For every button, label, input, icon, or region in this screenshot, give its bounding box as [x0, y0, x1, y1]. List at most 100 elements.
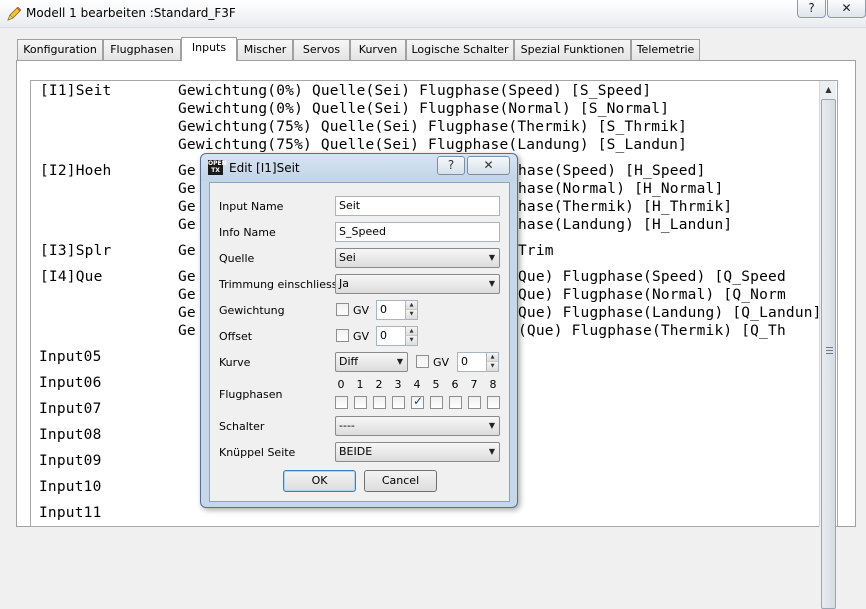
flugphase-8-checkbox[interactable]	[487, 396, 500, 409]
scrollbar-thumb[interactable]	[821, 99, 836, 609]
quelle-value: Sei	[339, 251, 356, 264]
flugphase-digit: 1	[356, 378, 364, 391]
flugphase-0-checkbox[interactable]	[335, 396, 348, 409]
input-line: hase(Landung) [H_Landun]	[518, 217, 733, 233]
input-name-field[interactable]: Seit	[335, 196, 500, 216]
tab-spezial-funktionen[interactable]: Spezial Funktionen	[514, 39, 631, 60]
chevron-down-icon: ▼	[396, 357, 403, 366]
offset-spinbox[interactable]: 0 ▲ ▼	[376, 326, 418, 346]
input-line: Gewichtung(75%) Quelle(Sei) Flugphase(Th…	[178, 119, 687, 135]
close-button[interactable]: ✕	[827, 0, 866, 18]
gewichtung-spinbox[interactable]: 0 ▲ ▼	[376, 300, 418, 320]
input-name-i4: [I4]Que	[40, 269, 103, 285]
knueppel-seite-select[interactable]: BEIDE ▼	[335, 442, 500, 462]
scroll-up-arrow-icon[interactable]: ▲	[820, 81, 837, 98]
input-line: hase(Normal) [H_Normal]	[518, 181, 724, 197]
spin-up-icon[interactable]: ▲	[405, 301, 417, 310]
spin-down-icon[interactable]: ▼	[486, 362, 498, 371]
dialog-titlebar: OPEN TX Edit [I1]Seit ? ✕	[201, 154, 517, 181]
input-line: Ge	[178, 217, 196, 233]
input-line: hase(Speed) [H_Speed]	[518, 163, 706, 179]
schalter-label: Schalter	[219, 420, 265, 433]
chevron-down-icon: ▼	[488, 447, 495, 456]
flugphase-digit: 0	[337, 378, 345, 391]
flugphase-4-checkbox[interactable]	[411, 394, 424, 409]
spin-down-icon[interactable]: ▼	[405, 310, 417, 319]
info-name-field[interactable]: S_Speed	[335, 222, 500, 242]
kurve-gv-label: GV	[433, 356, 450, 369]
kurve-gv-checkbox[interactable]	[416, 355, 429, 368]
input-name-11: Input11	[39, 505, 102, 521]
tab-telemetrie[interactable]: Telemetrie	[631, 39, 700, 60]
flugphase-6-checkbox[interactable]	[449, 396, 462, 409]
kurve-spin-value: 0	[461, 355, 468, 368]
schalter-select[interactable]: ---- ▼	[335, 416, 500, 436]
spin-up-icon[interactable]: ▲	[486, 353, 498, 362]
ok-button[interactable]: OK	[283, 470, 356, 492]
dialog-help-button[interactable]: ?	[437, 156, 465, 175]
input-line: Ge	[178, 269, 196, 285]
gewichtung-label: Gewichtung	[219, 304, 285, 317]
help-button[interactable]: ?	[797, 0, 826, 18]
dialog-close-button[interactable]: ✕	[467, 156, 510, 175]
flugphase-1-checkbox[interactable]	[354, 396, 367, 409]
input-name-06: Input06	[39, 375, 102, 391]
input-line: Que) Flugphase(Normal) [Q_Norm	[518, 287, 786, 303]
flugphase-digit: 6	[451, 378, 459, 391]
input-name-i1: [I1]Seit	[40, 83, 112, 99]
offset-gv-label: GV	[353, 330, 370, 343]
gewichtung-gv-checkbox[interactable]	[336, 303, 349, 316]
spin-down-icon[interactable]: ▼	[405, 336, 417, 345]
input-line: Ge	[178, 181, 196, 197]
input-line: Que) Flugphase(Speed) [Q_Speed	[518, 269, 786, 285]
grip-line	[826, 353, 833, 354]
input-line: Ge	[178, 243, 196, 259]
tab-mischer[interactable]: Mischer	[237, 39, 293, 60]
knueppel-seite-label: Knüppel Seite	[219, 446, 296, 459]
input-line: Ge	[178, 305, 196, 321]
edit-input-dialog: OPEN TX Edit [I1]Seit ? ✕ Input Name Sei…	[200, 153, 518, 508]
window-title: Modell 1 bearbeiten :Standard_F3F	[26, 6, 236, 20]
kurve-select[interactable]: Diff ▼	[335, 352, 408, 372]
window-titlebar: Modell 1 bearbeiten :Standard_F3F ? ✕	[0, 0, 866, 28]
input-line: Ge	[178, 287, 196, 303]
input-name-09: Input09	[39, 453, 102, 469]
quelle-label: Quelle	[219, 252, 255, 265]
trimmung-label: Trimmung einschliessen	[219, 278, 352, 291]
kurve-label: Kurve	[219, 356, 251, 369]
flugphase-3-checkbox[interactable]	[392, 396, 405, 409]
quelle-select[interactable]: Sei ▼	[335, 248, 500, 268]
flugphase-digit: 2	[375, 378, 383, 391]
flugphase-5-checkbox[interactable]	[430, 396, 443, 409]
tab-flugphasen[interactable]: Flugphasen	[103, 39, 181, 60]
spin-up-icon[interactable]: ▲	[405, 327, 417, 336]
input-line: Ge	[178, 163, 196, 179]
grip-line	[826, 347, 833, 348]
cancel-button[interactable]: Cancel	[364, 470, 437, 492]
tab-konfiguration[interactable]: Konfiguration	[17, 39, 103, 60]
flugphase-digit: 7	[470, 378, 478, 391]
tab-kurven[interactable]: Kurven	[350, 39, 406, 60]
flugphase-7-checkbox[interactable]	[468, 396, 481, 409]
pencil-icon	[7, 6, 22, 21]
gewichtung-gv-label: GV	[353, 304, 370, 317]
flugphasen-label: Flugphasen	[219, 388, 283, 401]
flugphase-digit: 4	[413, 378, 421, 391]
offset-gv-checkbox[interactable]	[336, 329, 349, 342]
schalter-value: ----	[339, 419, 355, 432]
grip-line	[826, 350, 833, 351]
input-name-05: Input05	[39, 349, 102, 365]
kurve-value: Diff	[339, 355, 359, 368]
kurve-spinbox[interactable]: 0 ▲ ▼	[457, 352, 499, 372]
trimmung-select[interactable]: Ja ▼	[335, 274, 500, 294]
knueppel-seite-value: BEIDE	[339, 445, 373, 458]
tab-inputs[interactable]: Inputs	[181, 37, 237, 61]
tab-servos[interactable]: Servos	[293, 39, 350, 60]
input-line: hase(Thermik) [H_Thrmik]	[518, 199, 733, 215]
flugphase-digit: 3	[394, 378, 402, 391]
flugphase-2-checkbox[interactable]	[373, 396, 386, 409]
vertical-scrollbar[interactable]: ▲	[819, 81, 837, 609]
tab-logische-schalter[interactable]: Logische Schalter	[406, 39, 514, 60]
input-name-i2: [I2]Hoeh	[40, 163, 112, 179]
opentx-logo-icon: OPEN TX	[208, 160, 227, 175]
